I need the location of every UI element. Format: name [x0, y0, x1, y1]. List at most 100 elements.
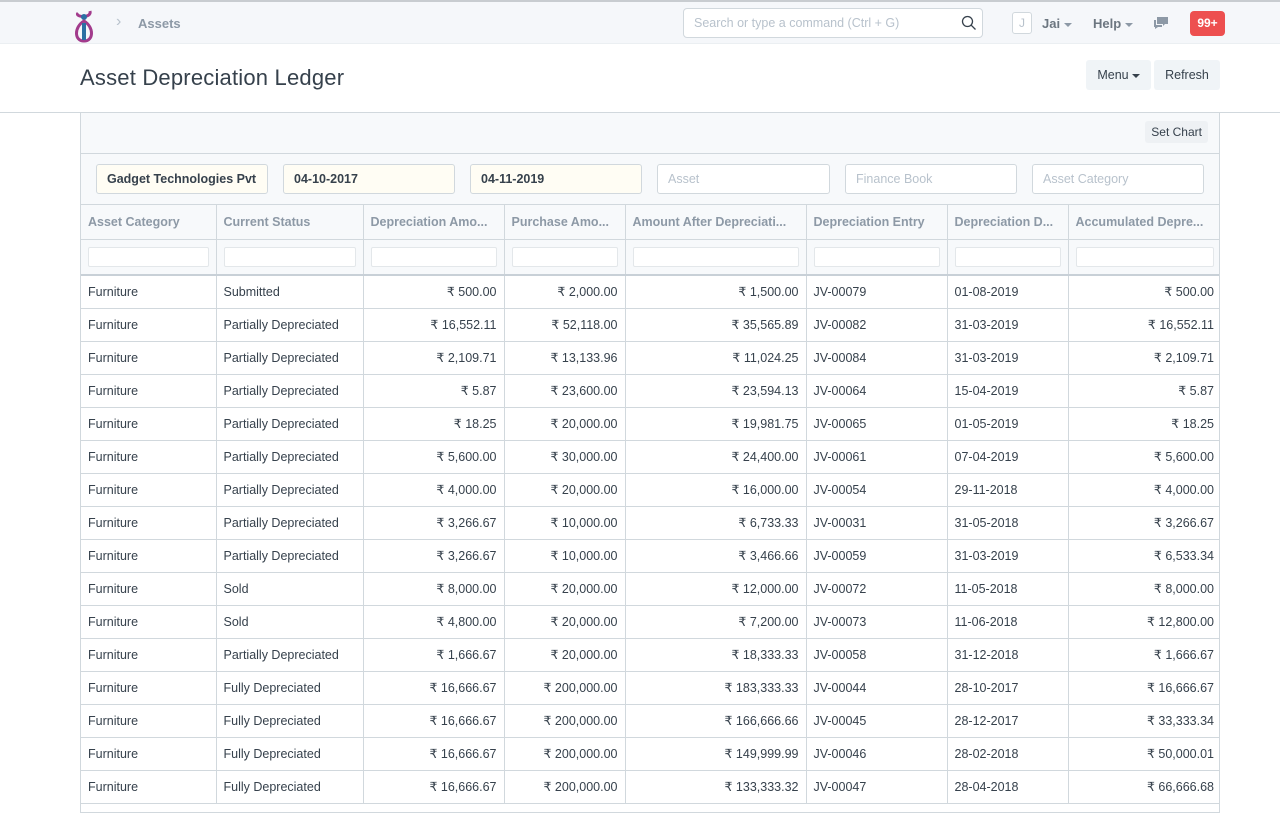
- company-filter[interactable]: Gadget Technologies Pvt: [96, 164, 268, 194]
- column-header-amount-after-depreciation[interactable]: Amount After Depreciati...: [625, 205, 807, 240]
- app-logo-icon[interactable]: [72, 7, 96, 43]
- table-row[interactable]: Furniture Fully Depreciated ₹ 16,666.67 ₹ 2…: [81, 671, 1219, 705]
- table-row[interactable]: Furniture Partially Depreciated ₹ 3,266.67…: [81, 539, 1219, 573]
- column-header-asset-category[interactable]: Asset Category: [81, 205, 217, 240]
- cell-depreciation-entry[interactable]: JV-00061: [806, 440, 948, 474]
- cell-depreciation-date: 31-03-2019: [947, 539, 1069, 573]
- column-filter-input[interactable]: [813, 246, 940, 267]
- cell-depreciation-entry[interactable]: JV-00079: [806, 275, 948, 309]
- cell-depreciation-amount: ₹ 1,666.67: [363, 638, 505, 672]
- avatar[interactable]: J: [1012, 12, 1032, 34]
- cell-depreciation-entry[interactable]: JV-00084: [806, 341, 948, 375]
- table-row[interactable]: Furniture Partially Depreciated ₹ 4,000.00…: [81, 473, 1219, 507]
- set-chart-button[interactable]: Set Chart: [1145, 121, 1208, 143]
- table-row[interactable]: Furniture Partially Depreciated ₹ 5,600.00…: [81, 440, 1219, 474]
- refresh-button[interactable]: Refresh: [1154, 60, 1220, 90]
- report-container: Set Chart Gadget Technologies Pvt 04-10-…: [80, 113, 1220, 813]
- cell-purchase-amount: ₹ 20,000.00: [504, 473, 626, 507]
- breadcrumb-assets[interactable]: Assets: [138, 16, 181, 31]
- cell-depreciation-entry[interactable]: JV-00046: [806, 737, 948, 771]
- from-date-filter[interactable]: 04-10-2017: [283, 164, 455, 194]
- cell-depreciation-entry[interactable]: JV-00054: [806, 473, 948, 507]
- table-row[interactable]: Furniture Submitted ₹ 500.00 ₹ 2,000.00 ₹ 1,…: [81, 275, 1219, 309]
- cell-amount-after-depreciation: ₹ 149,999.99: [625, 737, 807, 771]
- table-row[interactable]: Furniture Partially Depreciated ₹ 5.87 ₹ 23…: [81, 374, 1219, 408]
- cell-depreciation-entry[interactable]: JV-00044: [806, 671, 948, 705]
- cell-depreciation-amount: ₹ 8,000.00: [363, 572, 505, 606]
- column-filter-input[interactable]: [370, 246, 497, 267]
- cell-asset-category: Furniture: [81, 704, 217, 738]
- cell-purchase-amount: ₹ 2,000.00: [504, 275, 626, 309]
- cell-current-status: Submitted: [216, 275, 364, 309]
- column-header-depreciation-entry[interactable]: Depreciation Entry: [806, 205, 948, 240]
- column-header-accumulated-depreciation[interactable]: Accumulated Depre...: [1068, 205, 1219, 240]
- column-filter-input[interactable]: [632, 246, 799, 267]
- chat-icon[interactable]: [1153, 16, 1169, 30]
- table-row[interactable]: Furniture Partially Depreciated ₹ 16,552.1…: [81, 308, 1219, 342]
- caret-down-icon: [1064, 22, 1073, 27]
- asset-filter[interactable]: Asset: [657, 164, 830, 194]
- column-header-depreciation-amount[interactable]: Depreciation Amo...: [363, 205, 505, 240]
- asset-category-filter[interactable]: Asset Category: [1032, 164, 1204, 194]
- cell-depreciation-entry[interactable]: JV-00082: [806, 308, 948, 342]
- cell-depreciation-amount: ₹ 3,266.67: [363, 539, 505, 573]
- cell-depreciation-amount: ₹ 16,666.67: [363, 671, 505, 705]
- cell-depreciation-entry[interactable]: JV-00072: [806, 572, 948, 606]
- navbar: › Assets J Jai Help 99+: [0, 0, 1280, 44]
- column-filter-input[interactable]: [1075, 246, 1214, 267]
- cell-depreciation-date: 11-06-2018: [947, 605, 1069, 639]
- cell-current-status: Partially Depreciated: [216, 440, 364, 474]
- cell-depreciation-entry[interactable]: JV-00059: [806, 539, 948, 573]
- column-filter-input[interactable]: [511, 246, 618, 267]
- finance-book-filter[interactable]: Finance Book: [845, 164, 1017, 194]
- table-row[interactable]: Furniture Fully Depreciated ₹ 16,666.67 ₹ 2…: [81, 704, 1219, 738]
- cell-purchase-amount: ₹ 10,000.00: [504, 539, 626, 573]
- cell-depreciation-entry[interactable]: JV-00073: [806, 605, 948, 639]
- cell-amount-after-depreciation: ₹ 1,500.00: [625, 275, 807, 309]
- table-row[interactable]: Furniture Fully Depreciated ₹ 16,666.67 ₹ 2…: [81, 770, 1219, 804]
- cell-current-status: Fully Depreciated: [216, 671, 364, 705]
- table-row[interactable]: Furniture Sold ₹ 8,000.00 ₹ 20,000.00 ₹ 12,0…: [81, 572, 1219, 606]
- cell-accumulated-depreciation: ₹ 12,800.00: [1068, 605, 1219, 639]
- table-row[interactable]: Furniture Sold ₹ 4,800.00 ₹ 20,000.00 ₹ 7,20…: [81, 605, 1219, 639]
- help-dropdown[interactable]: Help: [1093, 16, 1134, 31]
- chart-area: Set Chart: [81, 113, 1219, 154]
- column-filter-input[interactable]: [88, 246, 209, 267]
- column-filter-input[interactable]: [954, 246, 1061, 267]
- cell-depreciation-entry[interactable]: JV-00045: [806, 704, 948, 738]
- cell-current-status: Partially Depreciated: [216, 539, 364, 573]
- table-row[interactable]: Furniture Fully Depreciated ₹ 16,666.67 ₹ 2…: [81, 737, 1219, 771]
- cell-amount-after-depreciation: ₹ 18,333.33: [625, 638, 807, 672]
- cell-purchase-amount: ₹ 20,000.00: [504, 407, 626, 441]
- table-row[interactable]: Furniture Partially Depreciated ₹ 3,266.67…: [81, 506, 1219, 540]
- cell-current-status: Sold: [216, 572, 364, 606]
- column-filter-input[interactable]: [223, 246, 356, 267]
- cell-depreciation-entry[interactable]: JV-00065: [806, 407, 948, 441]
- to-date-filter[interactable]: 04-11-2019: [470, 164, 642, 194]
- menu-button[interactable]: Menu: [1086, 60, 1151, 90]
- cell-depreciation-amount: ₹ 16,666.67: [363, 737, 505, 771]
- breadcrumb-chevron-icon: ›: [116, 13, 122, 30]
- cell-asset-category: Furniture: [81, 572, 217, 606]
- cell-depreciation-amount: ₹ 4,800.00: [363, 605, 505, 639]
- user-dropdown[interactable]: Jai: [1042, 16, 1073, 31]
- cell-depreciation-entry[interactable]: JV-00031: [806, 506, 948, 540]
- cell-depreciation-amount: ₹ 2,109.71: [363, 341, 505, 375]
- table-row[interactable]: Furniture Partially Depreciated ₹ 1,666.67…: [81, 638, 1219, 672]
- cell-purchase-amount: ₹ 20,000.00: [504, 572, 626, 606]
- cell-depreciation-entry[interactable]: JV-00058: [806, 638, 948, 672]
- cell-purchase-amount: ₹ 200,000.00: [504, 737, 626, 771]
- table-row[interactable]: Furniture Partially Depreciated ₹ 2,109.71…: [81, 341, 1219, 375]
- cell-depreciation-entry[interactable]: JV-00047: [806, 770, 948, 804]
- search-icon[interactable]: [961, 15, 977, 31]
- cell-accumulated-depreciation: ₹ 18.25: [1068, 407, 1219, 441]
- column-header-depreciation-date[interactable]: Depreciation D...: [947, 205, 1069, 240]
- table-row[interactable]: Furniture Partially Depreciated ₹ 18.25 ₹ 2…: [81, 407, 1219, 441]
- column-header-current-status[interactable]: Current Status: [216, 205, 364, 240]
- cell-asset-category: Furniture: [81, 407, 217, 441]
- notifications-badge[interactable]: 99+: [1190, 11, 1225, 36]
- cell-depreciation-entry[interactable]: JV-00064: [806, 374, 948, 408]
- page-title: Asset Depreciation Ledger: [80, 65, 345, 90]
- search-input[interactable]: [684, 9, 944, 37]
- column-header-purchase-amount[interactable]: Purchase Amo...: [504, 205, 626, 240]
